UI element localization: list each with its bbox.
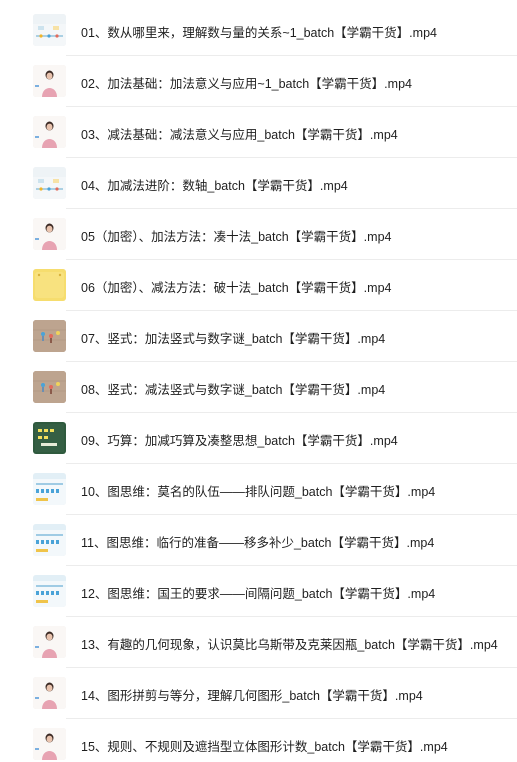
file-name: 05（加密）、加法方法：凑十法_batch【学霸干货】.mp4 — [81, 230, 392, 244]
number-line-thumbnail — [33, 14, 66, 46]
file-name: 14、图形拼剪与等分，理解几何图形_batch【学霸干货】.mp4 — [81, 689, 423, 703]
file-row[interactable]: 01、数从哪里来，理解数与量的关系~1_batch【学霸干货】.mp4 — [0, 5, 517, 56]
file-row[interactable]: 12、图思维：国王的要求——间隔问题_batch【学霸干货】.mp4 — [0, 566, 517, 617]
file-name: 04、加减法进阶：数轴_batch【学霸干货】.mp4 — [81, 179, 348, 193]
teacher-thumbnail — [33, 116, 66, 148]
yellow-slide-thumbnail — [33, 269, 66, 301]
file-name: 01、数从哪里来，理解数与量的关系~1_batch【学霸干货】.mp4 — [81, 26, 437, 40]
file-row[interactable]: 14、图形拼剪与等分，理解几何图形_batch【学霸干货】.mp4 — [0, 668, 517, 719]
file-name: 10、图思维：莫名的队伍——排队问题_batch【学霸干货】.mp4 — [81, 485, 436, 499]
file-row[interactable]: 13、有趣的几何现象，认识莫比乌斯带及克莱因瓶_batch【学霸干货】.mp4 — [0, 617, 517, 668]
file-row[interactable]: 08、竖式：减法竖式与数字谜_batch【学霸干货】.mp4 — [0, 362, 517, 413]
file-name: 12、图思维：国王的要求——间隔问题_batch【学霸干货】.mp4 — [81, 587, 436, 601]
file-row[interactable]: 04、加减法进阶：数轴_batch【学霸干货】.mp4 — [0, 158, 517, 209]
diagram-thumbnail — [33, 524, 66, 556]
chalkboard-thumbnail — [33, 422, 66, 454]
floor-figures-thumbnail — [33, 320, 66, 352]
file-row[interactable]: 03、减法基础：减法意义与应用_batch【学霸干货】.mp4 — [0, 107, 517, 158]
file-name: 11、图思维：临行的准备——移多补少_batch【学霸干货】.mp4 — [81, 536, 435, 550]
file-name: 13、有趣的几何现象，认识莫比乌斯带及克莱因瓶_batch【学霸干货】.mp4 — [81, 638, 498, 652]
file-row[interactable]: 05（加密）、加法方法：凑十法_batch【学霸干货】.mp4 — [0, 209, 517, 260]
diagram-thumbnail — [33, 473, 66, 505]
file-name: 09、巧算：加减巧算及凑整思想_batch【学霸干货】.mp4 — [81, 434, 398, 448]
floor-figures-thumbnail — [33, 371, 66, 403]
file-name: 03、减法基础：减法意义与应用_batch【学霸干货】.mp4 — [81, 128, 398, 142]
file-name: 07、竖式：加法竖式与数字谜_batch【学霸干货】.mp4 — [81, 332, 386, 346]
teacher-thumbnail — [33, 677, 66, 709]
file-row[interactable]: 02、加法基础：加法意义与应用~1_batch【学霸干货】.mp4 — [0, 56, 517, 107]
file-name: 15、规则、不规则及遮挡型立体图形计数_batch【学霸干货】.mp4 — [81, 740, 448, 754]
file-list: 01、数从哪里来，理解数与量的关系~1_batch【学霸干货】.mp4 02、加法… — [0, 0, 517, 762]
file-row[interactable]: 06（加密）、减法方法：破十法_batch【学霸干货】.mp4 — [0, 260, 517, 311]
file-row[interactable]: 07、竖式：加法竖式与数字谜_batch【学霸干货】.mp4 — [0, 311, 517, 362]
file-name: 02、加法基础：加法意义与应用~1_batch【学霸干货】.mp4 — [81, 77, 412, 91]
teacher-thumbnail — [33, 626, 66, 658]
file-row[interactable]: 09、巧算：加减巧算及凑整思想_batch【学霸干货】.mp4 — [0, 413, 517, 464]
file-row[interactable]: 15、规则、不规则及遮挡型立体图形计数_batch【学霸干货】.mp4 — [0, 719, 517, 762]
file-name: 08、竖式：减法竖式与数字谜_batch【学霸干货】.mp4 — [81, 383, 386, 397]
teacher-thumbnail — [33, 65, 66, 97]
file-row[interactable]: 11、图思维：临行的准备——移多补少_batch【学霸干货】.mp4 — [0, 515, 517, 566]
file-name: 06（加密）、减法方法：破十法_batch【学霸干货】.mp4 — [81, 281, 392, 295]
diagram-thumbnail — [33, 575, 66, 607]
file-row[interactable]: 10、图思维：莫名的队伍——排队问题_batch【学霸干货】.mp4 — [0, 464, 517, 515]
teacher-thumbnail — [33, 218, 66, 250]
teacher-thumbnail — [33, 728, 66, 760]
number-line-thumbnail — [33, 167, 66, 199]
